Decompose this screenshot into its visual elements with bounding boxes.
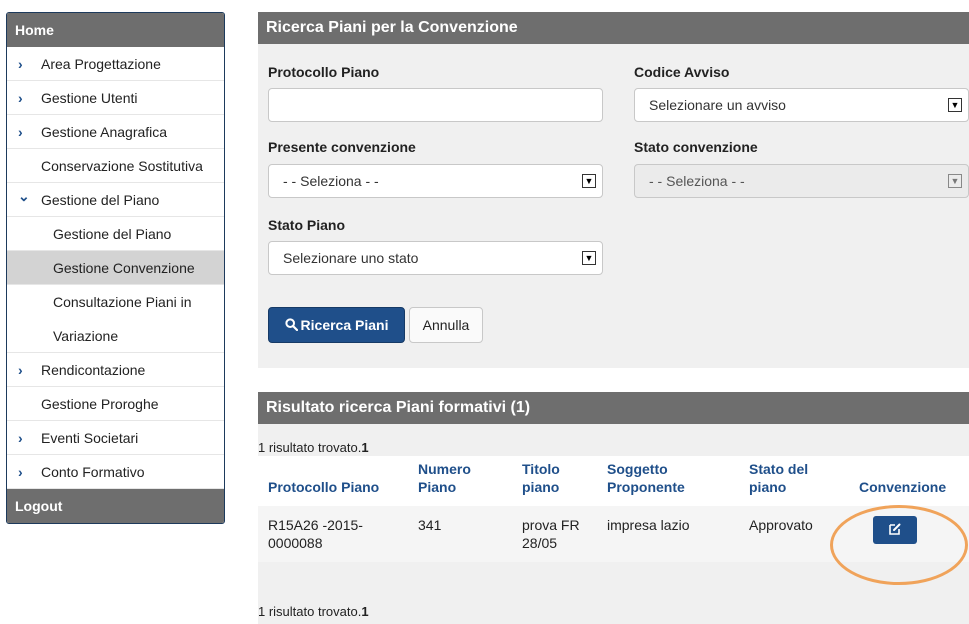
column-header[interactable]: Stato del piano — [739, 456, 849, 506]
codice-avviso-select[interactable]: Selezionare un avviso ▼ — [634, 88, 969, 122]
sidebar-item-gestione-proroghe[interactable]: Gestione Proroghe — [7, 387, 224, 421]
sidebar-item-rendicontazione[interactable]: › Rendicontazione — [7, 353, 224, 387]
presente-convenzione-label: Presente convenzione — [268, 139, 416, 155]
column-header[interactable]: Protocollo Piano — [258, 456, 408, 506]
codice-avviso-value: Selezionare un avviso — [649, 97, 786, 113]
protocollo-input[interactable] — [268, 88, 603, 122]
sidebar-subitem-gestione-convenzione[interactable]: Gestione Convenzione — [7, 251, 224, 285]
chevron-right-icon: › — [18, 90, 23, 106]
ricerca-piani-label: Ricerca Piani — [300, 317, 389, 333]
codice-avviso-label: Codice Avviso — [634, 64, 730, 80]
select-caret-icon: ▼ — [948, 174, 962, 188]
cell-titolo: prova FR 28/05 — [512, 506, 597, 562]
presente-convenzione-select[interactable]: - - Seleziona - - ▼ — [268, 164, 603, 198]
chevron-right-icon: › — [18, 56, 23, 72]
sidebar-item-label: Gestione del Piano — [41, 192, 160, 208]
search-icon — [284, 318, 298, 332]
result-count-text: 1 risultato trovato. — [258, 440, 362, 455]
sidebar-subitem-consultazione-piani[interactable]: Consultazione Piani in — [7, 285, 224, 319]
chevron-right-icon: › — [18, 430, 23, 446]
protocollo-label: Protocollo Piano — [268, 64, 380, 80]
stato-convenzione-label: Stato convenzione — [634, 139, 758, 155]
ricerca-piani-button[interactable]: Ricerca Piani — [268, 307, 405, 343]
sidebar-item-eventi-societari[interactable]: › Eventi Societari — [7, 421, 224, 455]
stato-piano-value: Selezionare uno stato — [283, 250, 419, 266]
sidebar-menu: Home › Area Progettazione › Gestione Ute… — [6, 12, 225, 524]
column-header: Convenzione — [849, 456, 969, 506]
table-header-row: Protocollo Piano Numero Piano Titolo pia… — [258, 456, 969, 506]
sidebar-item-label: Rendicontazione — [41, 362, 146, 378]
sidebar-item-conto-formativo[interactable]: › Conto Formativo — [7, 455, 224, 489]
column-header[interactable]: Titolo piano — [512, 456, 597, 506]
sidebar-item-gestione-anagrafica[interactable]: › Gestione Anagrafica — [7, 115, 224, 149]
sidebar-item-label: Conservazione Sostitutiva — [41, 158, 203, 174]
cell-protocollo: R15A26 -2015-0000088 — [258, 506, 408, 562]
sidebar-item-label: Consultazione Piani in — [53, 294, 192, 310]
results-panel: Risultato ricerca Piani formativi (1) 1 … — [258, 392, 969, 624]
presente-convenzione-value: - - Seleziona - - — [283, 173, 379, 189]
result-count-number: 1 — [361, 440, 369, 455]
chevron-right-icon: › — [18, 464, 23, 480]
sidebar-item-label: Gestione Convenzione — [53, 260, 195, 276]
chevron-right-icon: › — [18, 362, 23, 378]
chevron-right-icon: › — [18, 124, 23, 140]
column-header[interactable]: Soggetto Proponente — [597, 456, 739, 506]
stato-piano-label: Stato Piano — [268, 217, 346, 233]
sidebar-subitem-gestione-del-piano[interactable]: Gestione del Piano — [7, 217, 224, 251]
result-count-bottom: 1 risultato trovato.1 — [258, 604, 369, 619]
sidebar-subitem-consultazione-piani-line2[interactable]: Variazione — [7, 319, 224, 353]
sidebar-item-label: Gestione Anagrafica — [41, 124, 168, 140]
sidebar-item-label: Gestione Proroghe — [41, 396, 159, 412]
sidebar-item-gestione-utenti[interactable]: › Gestione Utenti — [7, 81, 224, 115]
cell-soggetto: impresa lazio — [597, 506, 739, 562]
select-caret-icon: ▼ — [582, 174, 596, 188]
search-panel: Ricerca Piani per la Convenzione Protoco… — [258, 12, 969, 368]
search-panel-title: Ricerca Piani per la Convenzione — [258, 12, 969, 44]
sidebar-item-label: Conto Formativo — [41, 464, 145, 480]
stato-convenzione-select: - - Seleziona - - ▼ — [634, 164, 969, 198]
sidebar-item-label: Variazione — [53, 328, 119, 344]
sidebar-home[interactable]: Home — [7, 13, 224, 47]
sidebar-item-gestione-del-piano[interactable]: ⌄ Gestione del Piano — [7, 183, 224, 217]
result-count-number: 1 — [361, 604, 369, 619]
highlight-annotation — [830, 505, 968, 585]
stato-convenzione-value: - - Seleziona - - — [649, 173, 745, 189]
select-caret-icon: ▼ — [582, 251, 596, 265]
cell-numero: 341 — [408, 506, 512, 562]
sidebar-item-label: Gestione del Piano — [53, 226, 172, 242]
sidebar-item-conservazione-sostitutiva[interactable]: Conservazione Sostitutiva — [7, 149, 224, 183]
sidebar-item-label: Gestione Utenti — [41, 90, 138, 106]
results-panel-title: Risultato ricerca Piani formativi (1) — [258, 392, 969, 424]
column-header[interactable]: Numero Piano — [408, 456, 512, 506]
select-caret-icon: ▼ — [948, 98, 962, 112]
sidebar-item-label: Eventi Societari — [41, 430, 139, 446]
chevron-down-icon: ⌄ — [18, 188, 30, 204]
annulla-button[interactable]: Annulla — [409, 307, 483, 343]
sidebar-logout[interactable]: Logout — [7, 489, 224, 523]
result-count-text: 1 risultato trovato. — [258, 604, 362, 619]
result-count-top: 1 risultato trovato.1 — [258, 440, 369, 455]
sidebar-item-label: Area Progettazione — [41, 56, 161, 72]
sidebar-item-area-progettazione[interactable]: › Area Progettazione — [7, 47, 224, 81]
stato-piano-select[interactable]: Selezionare uno stato ▼ — [268, 241, 603, 275]
